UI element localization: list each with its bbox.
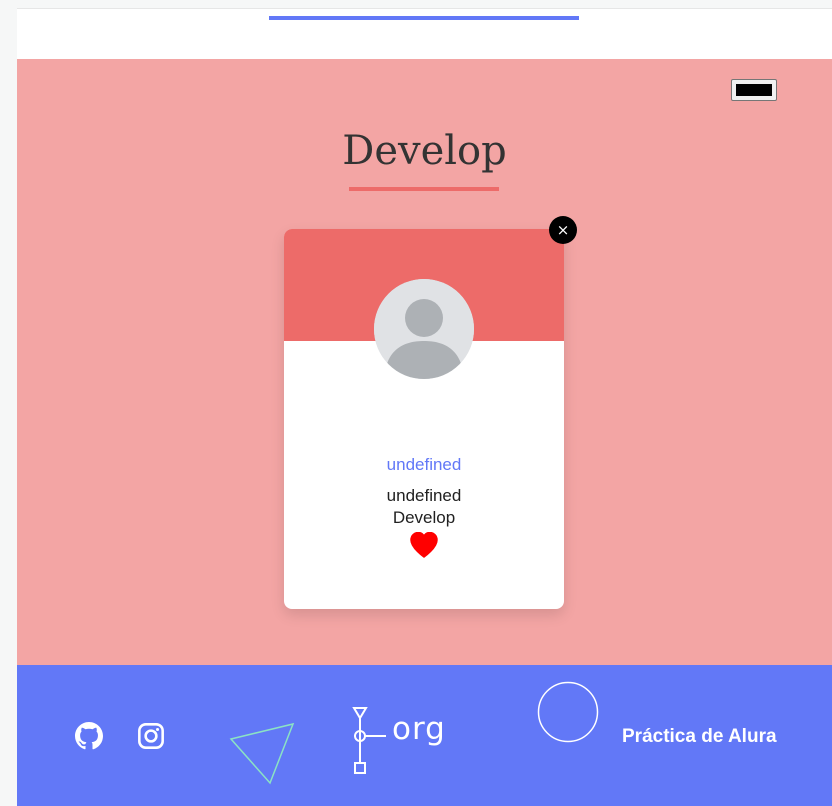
- footer: org Práctica de Alura: [17, 665, 832, 806]
- org-logo-mark-icon: [352, 707, 386, 774]
- top-bar: [17, 8, 832, 60]
- page: Develop undefined undefined Develop × or…: [17, 8, 832, 806]
- close-button[interactable]: ×: [549, 216, 577, 244]
- heart-icon[interactable]: [410, 532, 438, 558]
- org-logo: org: [350, 705, 460, 775]
- footer-credit: Práctica de Alura: [622, 726, 777, 747]
- collaborator-role: undefined: [386, 486, 462, 505]
- avatar: [374, 279, 474, 379]
- decorative-triangle-icon: [229, 722, 295, 785]
- team-section: Develop undefined undefined Develop ×: [17, 59, 832, 665]
- org-logo-text: org: [392, 711, 446, 747]
- team-title-underline: [349, 187, 499, 191]
- top-accent-line: [269, 16, 579, 20]
- collaborator-card: undefined undefined Develop: [284, 229, 564, 609]
- color-swatch: [736, 84, 772, 96]
- team-title: Develop: [342, 128, 507, 174]
- user-placeholder-icon: [374, 279, 474, 379]
- instagram-icon[interactable]: [137, 722, 165, 750]
- github-icon[interactable]: [75, 722, 103, 750]
- decorative-circle-icon: [537, 681, 599, 743]
- collaborator-name: undefined: [386, 455, 462, 474]
- color-picker-button[interactable]: [731, 79, 777, 101]
- collaborator-team: Develop: [392, 508, 456, 527]
